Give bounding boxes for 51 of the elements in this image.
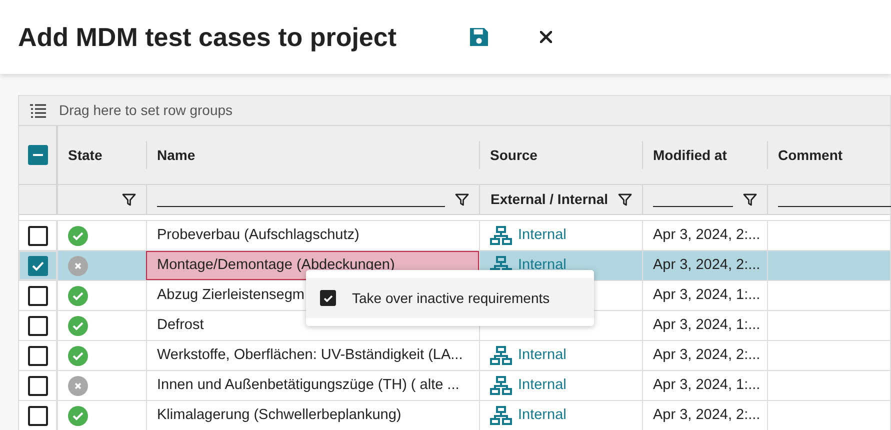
source-link[interactable]: Internal [518,224,566,246]
name-cell-text: Montage/Demontage (Abdeckungen) [157,256,395,275]
modified-cell-text: Apr 3, 2024, 1:... [653,286,760,305]
name-cell-text: Werkstoffe, Oberflächen: UV-Bständigkeit (LA... [157,346,463,365]
modified-cell-text: Apr 3, 2024, 2:... [653,406,760,425]
popup-checkbox[interactable] [320,290,336,306]
name-cell-text: Probeverbau (Aufschlagschutz) [157,226,360,245]
column-header[interactable]: Source [490,144,538,166]
group-bar-hint: Drag here to set row groups [59,101,233,120]
column-header[interactable]: State [68,144,102,166]
source-link[interactable]: Internal [518,344,566,366]
menu-item[interactable]: Take over inactive requirements [306,278,594,318]
row-checkbox[interactable] [28,226,48,246]
column-header[interactable]: Name [157,144,196,166]
table-row[interactable]: Werkstoffe, Oberflächen: UV-Bständigkeit (LA... Internal Apr 3, 2024, 2:... [19,341,890,371]
column-header[interactable]: Modified at [653,144,727,166]
source-link[interactable]: Internal [518,404,566,426]
check-icon [324,294,332,302]
check-icon [32,260,44,270]
window-title: Add MDM test cases to project [18,20,398,54]
name-cell-text: Innen und Außenbetätigungszüge (TH) ( alte ... [157,376,460,395]
name-cell-text: Defrost [157,316,204,335]
modified-cell-text: Apr 3, 2024, 1:... [653,376,760,395]
table-row[interactable]: Innen und Außenbetätigungszüge (TH) ( alte ... Internal Apr 3, 2024, 1:... [19,371,890,401]
network-icon [490,376,512,395]
row-checkbox[interactable] [28,346,48,366]
modified-cell-text: Apr 3, 2024, 1:... [653,316,760,335]
close-icon [540,31,552,43]
filter-icon[interactable] [743,192,757,206]
modified-cell-text: Apr 3, 2024, 2:... [653,256,760,275]
modified-cell-text: Apr 3, 2024, 2:... [653,346,760,365]
column-header[interactable]: Comment [778,144,843,166]
select-all-checkbox[interactable] [28,145,48,165]
table-row[interactable]: Probeverbau (Aufschlagschutz) Internal Apr 3, 2024, 2:... [19,221,890,251]
row-checkbox[interactable] [28,406,48,426]
filter-icon[interactable] [455,192,469,206]
row-checkbox[interactable] [28,256,48,276]
filter-icon[interactable] [122,192,136,206]
network-icon [490,226,512,245]
name-cell-text: Abzug Zierleistensegm [157,286,304,305]
row-checkbox[interactable] [28,286,48,306]
name-cell-text: Klimalagerung (Schwellerbeplankung) [157,406,402,425]
filter-icon[interactable] [618,192,632,206]
source-link[interactable]: Internal [518,374,566,396]
row-checkbox[interactable] [28,316,48,336]
filter-value[interactable]: External / Internal [490,189,608,210]
list-icon [29,104,47,118]
row-checkbox[interactable] [28,376,48,396]
modified-cell-text: Apr 3, 2024, 2:... [653,226,760,245]
network-icon [490,406,512,425]
network-icon [490,346,512,365]
